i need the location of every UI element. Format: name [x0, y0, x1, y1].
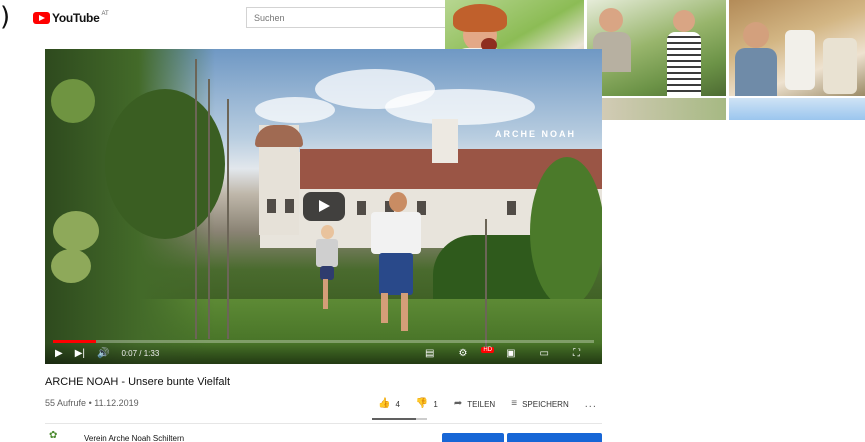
- thumbs-down-icon: 👎: [415, 398, 429, 409]
- photo-strip-sky: [729, 98, 865, 120]
- playlist-add-icon: ≡: [511, 398, 518, 409]
- youtube-logo[interactable]: YouTube AT: [33, 10, 109, 26]
- video-title: ARCHE NOAH - Unsere bunte Vielfalt: [45, 376, 231, 388]
- save-button[interactable]: ≡ SPEICHERN: [511, 399, 569, 409]
- youtube-play-icon: [33, 12, 50, 24]
- like-count: 4: [395, 399, 400, 409]
- like-ratio-fill: [372, 418, 416, 420]
- settings-gear-icon[interactable]: ⚙: [458, 348, 467, 359]
- theater-mode-icon[interactable]: ▭: [540, 348, 549, 359]
- like-button[interactable]: 👍 4: [378, 399, 400, 409]
- subtitles-icon[interactable]: ▤: [425, 348, 434, 359]
- player-controls: ▶ ▶| 🔊 0:07 / 1:33 ▤ ⚙ HD ▣ ▭ ⛶: [45, 343, 602, 364]
- big-play-button[interactable]: [303, 192, 345, 221]
- time-display: 0:07 / 1:33: [121, 349, 159, 358]
- meta-separator: •: [88, 398, 92, 408]
- stray-parenthesis: ): [0, 2, 11, 32]
- dislike-count: 1: [433, 399, 438, 409]
- thumbs-up-icon: 👍: [378, 398, 391, 409]
- time-separator: /: [139, 349, 142, 358]
- photo-market-with-bags: [729, 0, 865, 96]
- miniplayer-icon[interactable]: ▣: [506, 348, 515, 359]
- dislike-button[interactable]: 👎 1: [416, 399, 438, 409]
- region-code: AT: [101, 11, 109, 17]
- player-controls-right: ▤ ⚙ HD ▣ ▭ ⛶: [425, 347, 592, 359]
- search-input[interactable]: [246, 7, 446, 28]
- more-options-icon[interactable]: ...: [585, 398, 597, 410]
- view-count: 55 Aufrufe: [45, 398, 87, 408]
- play-icon[interactable]: ▶: [55, 348, 63, 359]
- manor-tower-dome: [255, 125, 303, 147]
- hd-badge: HD: [481, 347, 495, 353]
- fullscreen-icon[interactable]: ⛶: [573, 348, 580, 359]
- duration: 1:33: [143, 349, 160, 358]
- page: ) YouTube AT Suchen ARCHE NOAH ▶ ▶| 🔊 0:…: [0, 0, 865, 442]
- subscribe-button[interactable]: [507, 433, 602, 442]
- next-icon[interactable]: ▶|: [75, 348, 85, 359]
- video-player[interactable]: ARCHE NOAH ▶ ▶| 🔊 0:07 / 1:33 ▤ ⚙ HD ▣ ▭…: [45, 49, 602, 364]
- share-button[interactable]: ➦ TEILEN: [454, 399, 495, 409]
- channel-logo-icon[interactable]: ✿: [49, 430, 69, 442]
- volume-icon[interactable]: 🔊: [97, 348, 109, 359]
- like-dislike-bar: [372, 418, 427, 420]
- video-meta: 55 Aufrufe • 11.12.2019: [45, 398, 139, 408]
- channel-name[interactable]: Verein Arche Noah Schiltern: [84, 434, 184, 442]
- photo-strip-people: [587, 98, 726, 120]
- upload-date: 11.12.2019: [94, 398, 139, 408]
- share-arrow-icon: ➦: [453, 398, 463, 409]
- current-time: 0:07: [121, 349, 138, 358]
- save-label: SPEICHERN: [522, 399, 569, 409]
- manor-gable: [432, 119, 458, 163]
- info-divider: [45, 423, 602, 424]
- share-label: TEILEN: [467, 399, 496, 409]
- video-actions: 👍 4 👎 1 ➦ TEILEN ≡ SPEICHERN ...: [378, 398, 597, 410]
- video-watermark: ARCHE NOAH: [495, 129, 577, 139]
- youtube-logo-text: YouTube: [52, 11, 100, 25]
- join-button[interactable]: [442, 433, 504, 442]
- photo-family-in-garden: [587, 0, 726, 96]
